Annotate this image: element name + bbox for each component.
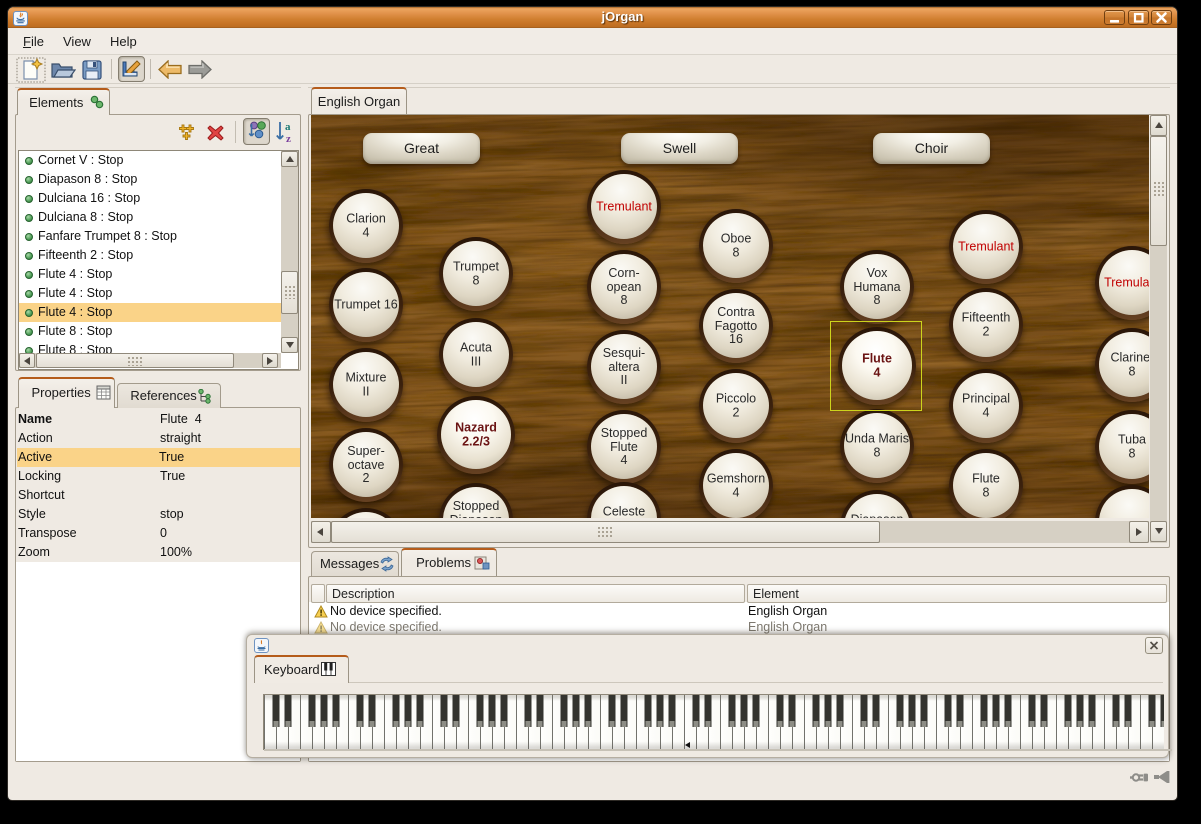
svg-text:a: a [285, 121, 291, 133]
svg-text:z: z [286, 133, 291, 144]
